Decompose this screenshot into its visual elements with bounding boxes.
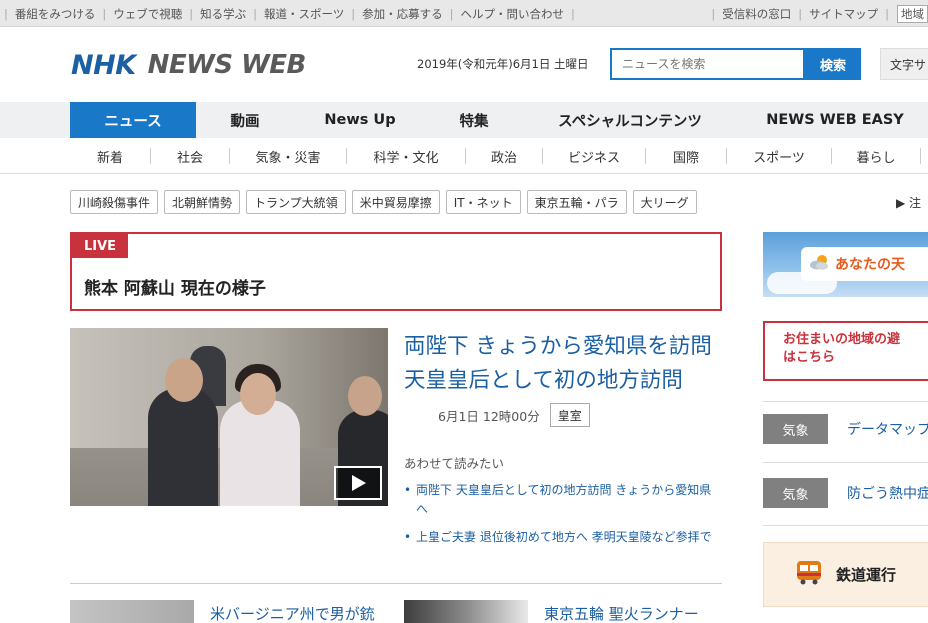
sub-nav-society[interactable]: 社会 bbox=[151, 138, 229, 174]
separator: | bbox=[449, 6, 454, 21]
tag-mlb[interactable]: 大リーグ bbox=[632, 190, 697, 214]
separator: | bbox=[571, 6, 575, 21]
topbar-link-reception-fee[interactable]: 受信料の窓口 bbox=[719, 6, 794, 22]
train-status-label: 鉄道運行 bbox=[836, 566, 897, 584]
top-utility-right: | 受信料の窓口 | サイトマップ | 地域 bbox=[707, 0, 928, 27]
evac-text: お住まいの地域の避 はこちら bbox=[783, 332, 901, 365]
photo-figure bbox=[240, 373, 276, 415]
photo-figure bbox=[348, 376, 382, 416]
related-item[interactable]: 上皇ご夫妻 退位後初めて地方へ 孝明天皇陵など参拝で bbox=[404, 528, 722, 547]
top-story-genre-tag[interactable]: 皇室 bbox=[549, 403, 590, 427]
photo-figure bbox=[148, 388, 218, 506]
evacuation-info-link[interactable]: お住まいの地域の避 はこちら bbox=[763, 321, 928, 381]
separator: | bbox=[253, 6, 257, 21]
separator: | bbox=[351, 6, 356, 21]
main-nav-news-up[interactable]: News Up bbox=[294, 102, 426, 138]
separator: | bbox=[885, 6, 889, 21]
separator: | bbox=[102, 6, 107, 21]
separator: | bbox=[4, 6, 8, 21]
top-utility-bar: | 番組をみつける | ウェブで視聴 | 知る学ぶ | 報道・スポーツ | 参加… bbox=[0, 0, 928, 27]
tag-north-korea[interactable]: 北朝鮮情勢 bbox=[164, 190, 241, 214]
sub-nav-business[interactable]: ビジネス bbox=[543, 138, 645, 174]
top-story-video-thumbnail[interactable] bbox=[70, 328, 388, 506]
sub-nav-science-culture[interactable]: 科学・文化 bbox=[347, 138, 465, 174]
separator: | bbox=[711, 6, 716, 21]
sub-nav-sports[interactable]: スポーツ bbox=[727, 138, 831, 174]
partly-cloudy-icon bbox=[809, 253, 831, 275]
sub-nav-weather-disaster[interactable]: 気象・災害 bbox=[230, 138, 346, 174]
region-button[interactable]: 地域 bbox=[897, 4, 928, 23]
separator: | bbox=[189, 6, 194, 21]
story-headline[interactable]: 東京五輪 聖火ランナー bbox=[544, 603, 699, 623]
sidebar-link-text: データマップ bbox=[847, 422, 928, 438]
sidebar-link-text: 防ごう熱中症 bbox=[847, 486, 928, 502]
live-banner[interactable]: LIVE 熊本 阿蘇山 現在の様子 bbox=[70, 232, 722, 311]
separator: | bbox=[798, 6, 803, 21]
tag-kawasaki-incident[interactable]: 川崎殺傷事件 bbox=[70, 190, 159, 214]
main-nav-features[interactable]: 特集 bbox=[426, 102, 522, 138]
tag-tokyo-olympics[interactable]: 東京五輪・パラ bbox=[526, 190, 627, 214]
sub-nav-international[interactable]: 国際 bbox=[646, 138, 726, 174]
topbar-link-help[interactable]: ヘルプ・問い合わせ bbox=[458, 6, 568, 22]
story-thumbnail[interactable] bbox=[70, 600, 194, 623]
related-heading: あわせて読みたい bbox=[404, 456, 505, 471]
photo-figure bbox=[165, 358, 203, 402]
site-logo[interactable]: NHK NEWS WEB bbox=[71, 49, 307, 81]
related-item[interactable]: 両陛下 天皇皇后として初の地方訪問 きょうから愛知県へ bbox=[404, 481, 722, 519]
tag-trump[interactable]: トランプ大統領 bbox=[246, 190, 346, 214]
sub-nav: 新着 社会 気象・災害 科学・文化 政治 ビジネス 国際 スポーツ 暮らし bbox=[0, 138, 928, 174]
topbar-link-learn[interactable]: 知る学ぶ bbox=[197, 6, 249, 22]
topbar-link-web-watch[interactable]: ウェブで視聴 bbox=[110, 6, 185, 22]
divider bbox=[763, 462, 928, 463]
story-thumbnail[interactable] bbox=[404, 600, 528, 623]
search-button[interactable]: 検索 bbox=[805, 48, 861, 80]
train-icon bbox=[794, 559, 824, 591]
top-story-meta: 6月1日 12時00分 皇室 bbox=[438, 403, 590, 427]
topbar-link-news-sports[interactable]: 報道・スポーツ bbox=[261, 6, 347, 22]
photo-figure bbox=[220, 400, 300, 506]
weather-label: あなたの天 bbox=[835, 257, 905, 273]
story-headline[interactable]: 米バージニア州で男が銃 bbox=[210, 603, 375, 623]
sub-nav-politics[interactable]: 政治 bbox=[466, 138, 542, 174]
live-label: LIVE bbox=[72, 234, 128, 258]
text-size-button[interactable]: 文字サ bbox=[880, 48, 928, 80]
main-nav-news-web-easy[interactable]: NEWS WEB EASY bbox=[738, 102, 928, 138]
weather-banner[interactable]: あなたの天 bbox=[763, 232, 928, 297]
tag-us-china-trade[interactable]: 米中貿易摩擦 bbox=[351, 190, 440, 214]
separator bbox=[920, 148, 921, 164]
weather-pill: あなたの天 bbox=[801, 247, 928, 281]
divider bbox=[70, 583, 722, 584]
main-nav: ニュース 動画 News Up 特集 スペシャルコンテンツ NEWS WEB E… bbox=[0, 102, 928, 138]
category-badge: 気象 bbox=[763, 414, 828, 444]
topbar-link-participate[interactable]: 参加・応募する bbox=[359, 6, 446, 22]
main-nav-news[interactable]: ニュース bbox=[70, 102, 196, 138]
top-story-headline[interactable]: 両陛下 きょうから愛知県を訪問 天皇皇后として初の地方訪問 bbox=[404, 330, 724, 398]
main-nav-video[interactable]: 動画 bbox=[196, 102, 294, 138]
heatstroke-link[interactable]: 気象 防ごう熱中症 bbox=[763, 478, 928, 508]
main-nav-special-contents[interactable]: スペシャルコンテンツ bbox=[522, 102, 738, 138]
search-input[interactable] bbox=[610, 48, 805, 80]
top-utility-left: | 番組をみつける | ウェブで視聴 | 知る学ぶ | 報道・スポーツ | 参加… bbox=[0, 0, 579, 27]
current-date: 2019年(令和元年)6月1日 土曜日 bbox=[417, 57, 589, 71]
divider bbox=[763, 525, 928, 526]
category-badge: 気象 bbox=[763, 478, 828, 508]
weather-datamap-link[interactable]: 気象 データマップ bbox=[763, 414, 928, 444]
tag-it-net[interactable]: IT・ネット bbox=[445, 190, 521, 214]
topic-tags: 川崎殺傷事件 北朝鮮情勢 トランプ大統領 米中貿易摩擦 IT・ネット 東京五輪・… bbox=[70, 190, 697, 214]
topbar-link-find-programs[interactable]: 番組をみつける bbox=[12, 6, 99, 22]
logo-news-web: NEWS WEB bbox=[147, 50, 307, 80]
related-list: 両陛下 天皇皇后として初の地方訪問 きょうから愛知県へ 上皇ご夫妻 退位後初めて… bbox=[404, 481, 722, 556]
sub-nav-life[interactable]: 暮らし bbox=[832, 138, 920, 174]
sub-nav-latest[interactable]: 新着 bbox=[70, 138, 150, 174]
top-story-time: 6月1日 12時00分 bbox=[438, 408, 540, 424]
play-icon[interactable] bbox=[334, 466, 382, 500]
logo-nhk: NHK bbox=[71, 49, 136, 81]
topbar-link-sitemap[interactable]: サイトマップ bbox=[806, 6, 881, 22]
live-title: 熊本 阿蘇山 現在の様子 bbox=[84, 279, 266, 299]
train-status-banner[interactable]: 鉄道運行 bbox=[763, 542, 928, 607]
more-topics-link[interactable]: ▶ 注 bbox=[896, 194, 921, 211]
divider bbox=[763, 401, 928, 402]
